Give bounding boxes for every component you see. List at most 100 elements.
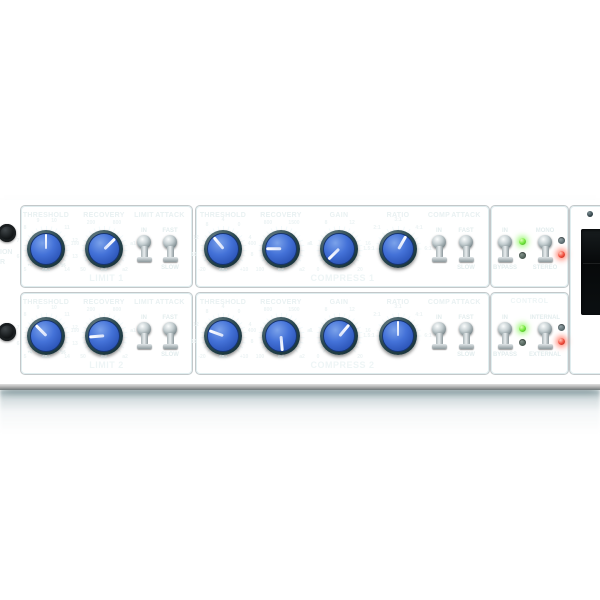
limit1-panel: THRESHOLD 5 6 7 8 9 10 11 12 13 14 dBu +4 +15 RECOVER… xyxy=(16,206,192,287)
dial-scale-label: 3:1 xyxy=(394,303,402,310)
control-panel: CONTROL IN BYPASS INTERNAL EXTERNAL xyxy=(491,293,568,374)
dial-sub-max: +15 xyxy=(58,350,66,355)
switch-bottom-label: BYPASS xyxy=(492,351,518,358)
compress2-ratio-knob-dial[interactable] xyxy=(379,317,417,355)
limit1-threshold-knob-dial[interactable] xyxy=(27,230,65,268)
dial-scale-label: 10 xyxy=(50,304,57,311)
dial-tick xyxy=(117,262,121,266)
knob-pointer xyxy=(396,321,400,336)
dial-tick xyxy=(356,326,361,330)
compress1-ratio-knob-dial[interactable] xyxy=(379,230,417,268)
left-edge-text-line2: R xyxy=(0,259,6,266)
dial-scale-label: 16 xyxy=(191,252,197,258)
switch-base xyxy=(458,257,474,262)
switch-base xyxy=(497,257,513,262)
bypass-stereo-panel: IN BYPASS MONO STEREO xyxy=(491,206,568,287)
compress2-gain-knob-dial[interactable] xyxy=(320,317,358,355)
dial-scale-label: 0 xyxy=(316,354,320,360)
dial-tick xyxy=(354,258,359,262)
dial-tick xyxy=(240,239,245,243)
limit2-recovery-knob-dial[interactable] xyxy=(85,317,123,355)
limit1-recovery-knob-dial[interactable] xyxy=(85,230,123,268)
dial-tick xyxy=(61,345,66,349)
compress1-panel: THRESHOLD -20 16 12 8 4 0 4 8 +10 dBu RECOVERY 100 4… xyxy=(191,206,489,287)
dial-tick xyxy=(294,262,298,266)
dial-scale-label: 400 xyxy=(247,328,257,334)
switch-bottom-label: STEREO xyxy=(532,264,558,271)
dial-tick xyxy=(357,244,362,247)
compress1-gain-knob-dial[interactable] xyxy=(320,230,358,268)
dial-tick xyxy=(63,254,69,257)
compress1-threshold-knob-dial[interactable] xyxy=(204,230,242,268)
dial-tick xyxy=(298,326,303,330)
toggle-switch[interactable] xyxy=(537,235,553,262)
toggle-switch[interactable] xyxy=(497,322,513,349)
product-photo: ION R THRESHOLD 5 6 7 8 9 10 11 12 13 14 dBu +4 +15 R… xyxy=(0,0,600,600)
switch-base xyxy=(458,344,474,349)
switch-base xyxy=(162,344,178,349)
switch-bottom-label: SLOW xyxy=(457,351,475,358)
dial-tick xyxy=(240,326,245,330)
toggle-switch[interactable] xyxy=(497,235,513,262)
knob-pointer xyxy=(266,247,281,251)
dial-scale-label: 8 xyxy=(23,225,27,231)
dial-scale-label: 1.5:1 xyxy=(362,246,375,252)
panel-screw xyxy=(587,211,593,217)
dial-tick xyxy=(354,345,359,349)
switch-top-label: IN xyxy=(502,227,508,234)
dial-sub-min: +4 xyxy=(27,350,33,355)
toggle-switch[interactable] xyxy=(458,235,474,262)
compress1-title: COMPRESS 1 xyxy=(310,273,375,283)
dial-tick xyxy=(236,349,240,353)
dial-tick xyxy=(240,254,246,257)
compress1-recovery-knob-dial[interactable] xyxy=(262,230,300,268)
dial-scale-label: 4 xyxy=(308,328,312,334)
toggle-switch[interactable] xyxy=(162,322,178,349)
switch-base xyxy=(537,257,553,262)
switch-bottom-label: SLOW xyxy=(457,264,475,271)
dial-scale-label: 4 xyxy=(221,216,225,223)
dial-scale-label: 200 xyxy=(86,307,95,313)
dial-tick xyxy=(356,254,362,257)
toggle-switch[interactable] xyxy=(458,322,474,349)
dial-tick xyxy=(238,258,243,262)
dial-tick xyxy=(357,336,362,339)
dial-scale-label: 0 xyxy=(237,221,241,228)
dial-unit: ms xyxy=(100,355,108,360)
dial-tick xyxy=(357,249,362,252)
dial-scale-label: 0 xyxy=(237,308,241,315)
toggle-switch[interactable] xyxy=(537,322,553,349)
limit1-title: LIMIT 1 xyxy=(89,273,124,283)
dial-scale-label: 8 xyxy=(205,221,208,228)
limit2-title: LIMIT 2 xyxy=(89,360,124,370)
switch-bottom-label: BYPASS xyxy=(492,264,518,271)
dial-tick xyxy=(356,341,362,344)
dial-unit: ms xyxy=(100,268,108,273)
dial-scale-label: 800 xyxy=(113,307,122,313)
dial-scale-label: 12 xyxy=(192,235,199,241)
dial-scale-label: 9 xyxy=(36,217,40,224)
switch-top-label: MONO xyxy=(535,227,555,234)
dial-scale-label: 16 xyxy=(191,339,197,345)
dial-scale-label: 7 xyxy=(16,325,19,331)
dial-scale-label: 1500 xyxy=(288,220,300,226)
dial-tick xyxy=(63,326,68,330)
dial-scale-label: 2:1 xyxy=(373,225,381,231)
compress2-recovery-knob-dial[interactable] xyxy=(262,317,300,355)
dial-scale-label: 4 xyxy=(308,241,312,247)
switch-header: ATTACK xyxy=(155,212,185,219)
dial-tick xyxy=(63,341,69,344)
switch-top-label: FAST xyxy=(458,314,474,321)
limit2-threshold-knob-dial[interactable] xyxy=(27,317,65,355)
compress2-threshold-knob-dial[interactable] xyxy=(204,317,242,355)
status-led-green xyxy=(519,238,526,245)
dial-tick xyxy=(357,331,362,334)
dial-scale-label: 1500 xyxy=(288,307,300,313)
dial-tick xyxy=(61,258,66,262)
switch-header: ATTACK xyxy=(451,299,481,306)
dial-tick xyxy=(298,239,303,243)
dial-scale-label: 8 xyxy=(324,220,327,226)
compress2-panel: THRESHOLD -20 16 12 8 4 0 4 8 +10 dBu RECOVERY 100 4… xyxy=(191,293,489,374)
toggle-switch[interactable] xyxy=(162,235,178,262)
dial-unit: dBu xyxy=(218,268,228,273)
